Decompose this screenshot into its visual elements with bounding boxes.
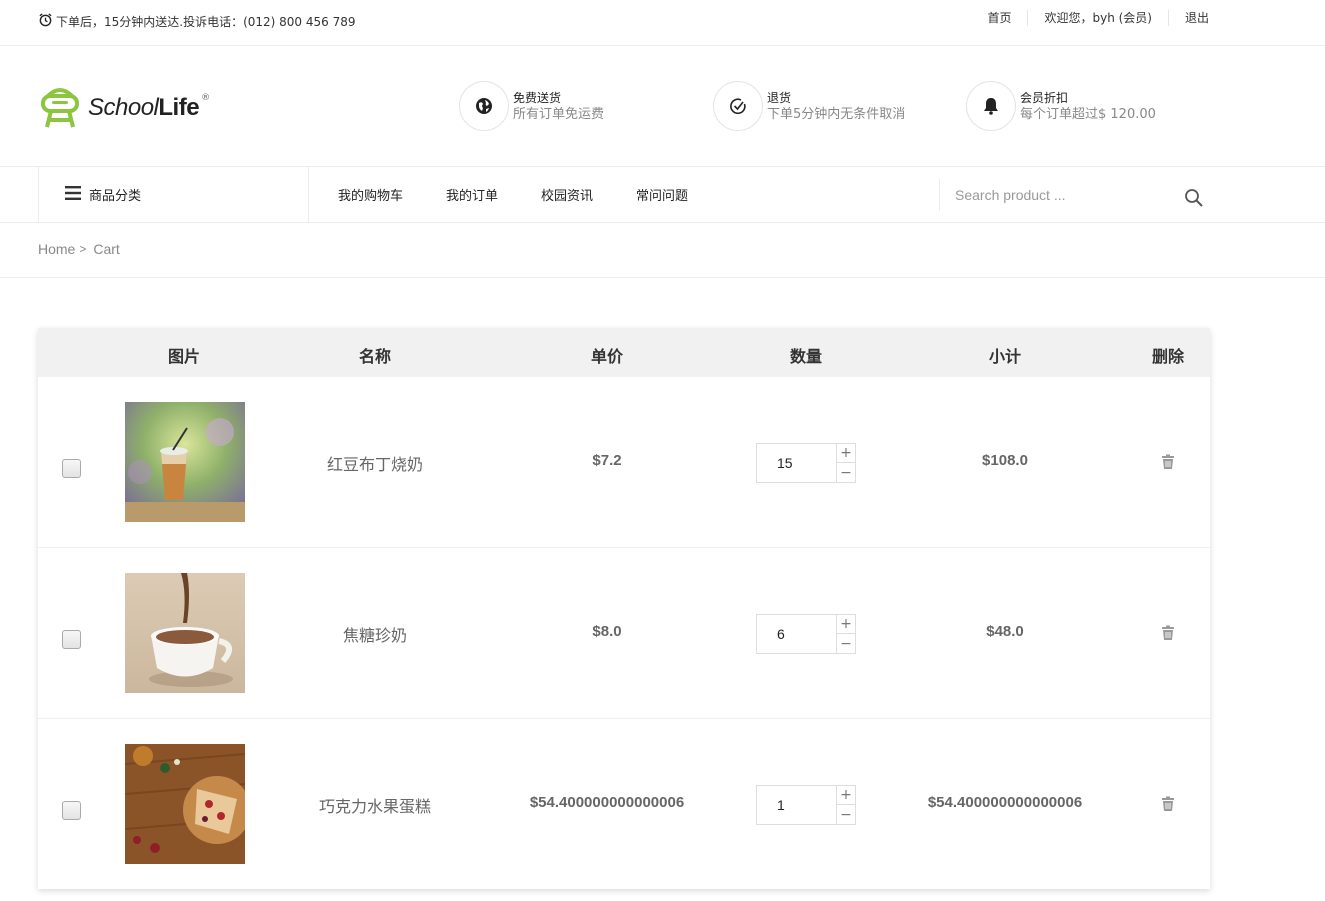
alarm-clock-icon bbox=[38, 12, 56, 30]
nav-menu: 我的购物车 我的订单 校园资讯 常问问题 bbox=[338, 167, 731, 222]
quantity-decrease-button[interactable]: − bbox=[837, 463, 855, 482]
product-name[interactable]: 红豆布丁烧奶 bbox=[327, 451, 423, 475]
feature-title: 退货 bbox=[767, 90, 792, 105]
globe-icon bbox=[459, 81, 509, 131]
site-logo[interactable]: SchoolLife ® bbox=[38, 81, 210, 134]
trash-icon[interactable] bbox=[1161, 796, 1175, 812]
trash-icon[interactable] bbox=[1161, 454, 1175, 470]
main-nav: 商品分类 我的购物车 我的订单 校园资讯 常问问题 bbox=[0, 167, 1325, 223]
category-label: 商品分类 bbox=[89, 189, 142, 204]
feature-desc: 所有订单免运费 bbox=[513, 106, 605, 122]
column-header-subtotal: 小计 bbox=[988, 347, 1022, 366]
quantity-input[interactable] bbox=[757, 786, 836, 824]
search-box bbox=[939, 179, 1209, 211]
search-icon[interactable] bbox=[1183, 187, 1205, 209]
top-links: 首页 欢迎您，byh (会员) 退出 bbox=[971, 10, 1209, 26]
quantity-increase-button[interactable]: + bbox=[837, 615, 855, 634]
delivery-notice: 下单后，15分钟内送达.投诉电话：(012) 800 456 789 bbox=[38, 12, 356, 30]
feature-free-shipping: 免费送货 所有订单免运费 bbox=[459, 81, 604, 131]
cart-row: 红豆布丁烧奶 $7.2 + − $108.0 bbox=[38, 377, 1210, 548]
feature-title: 会员折扣 bbox=[1020, 90, 1069, 105]
cart-row: 焦糖珍奶 $8.0 + − $48.0 bbox=[38, 548, 1210, 719]
feature-member-discount: 会员折扣 每个订单超过$ 120.00 bbox=[966, 81, 1156, 131]
nav-item-faq[interactable]: 常问问题 bbox=[636, 185, 688, 204]
row-subtotal: $54.400000000000006 bbox=[927, 794, 1083, 811]
logout-link[interactable]: 退出 bbox=[1167, 10, 1209, 26]
row-subtotal: $48.0 bbox=[986, 623, 1024, 640]
product-image[interactable] bbox=[125, 573, 245, 693]
breadcrumb-separator: > bbox=[79, 242, 87, 256]
check-circle-icon bbox=[713, 81, 763, 131]
unit-price: $8.0 bbox=[592, 623, 622, 640]
product-image[interactable] bbox=[125, 744, 245, 864]
row-subtotal: $108.0 bbox=[982, 452, 1028, 469]
select-item-checkbox[interactable] bbox=[62, 630, 81, 649]
select-item-checkbox[interactable] bbox=[62, 459, 81, 478]
feature-title: 免费送货 bbox=[513, 90, 562, 105]
column-header-image: 图片 bbox=[167, 347, 201, 366]
cart-table: 图片 名称 单价 数量 小计 删除 红豆布丁烧奶 $7.2 15 + − $10… bbox=[38, 328, 1210, 889]
cart-row: 巧克力水果蛋糕 $54.400000000000006 + − $54.4000… bbox=[38, 719, 1210, 890]
top-bar: 下单后，15分钟内送达.投诉电话：(012) 800 456 789 首页 欢迎… bbox=[0, 0, 1325, 46]
breadcrumb: Home > Cart bbox=[0, 223, 1325, 278]
nav-item-cart[interactable]: 我的购物车 bbox=[338, 185, 403, 204]
quantity-decrease-button[interactable]: − bbox=[837, 634, 855, 653]
product-image[interactable] bbox=[125, 402, 245, 522]
quantity-decrease-button[interactable]: − bbox=[837, 805, 855, 824]
product-name[interactable]: 巧克力水果蛋糕 bbox=[319, 793, 431, 817]
feature-desc: 下单5分钟内无条件取消 bbox=[767, 106, 906, 122]
nav-item-news[interactable]: 校园资讯 bbox=[541, 185, 593, 204]
robot-mascot-icon bbox=[38, 81, 82, 134]
product-name[interactable]: 焦糖珍奶 bbox=[343, 622, 407, 646]
registered-mark: ® bbox=[201, 92, 211, 103]
search-input[interactable] bbox=[955, 184, 1165, 206]
home-link[interactable]: 首页 bbox=[971, 10, 1027, 26]
column-header-delete: 删除 bbox=[1151, 347, 1185, 366]
cart-table-header: 图片 名称 单价 数量 小计 删除 bbox=[38, 328, 1210, 377]
quantity-stepper: + − bbox=[756, 785, 856, 825]
quantity-increase-button[interactable]: + bbox=[837, 786, 855, 805]
site-header: SchoolLife ® 免费送货 所有订单免运费 退货 下单5分钟内无条件取消… bbox=[0, 46, 1325, 167]
column-header-price: 单价 bbox=[590, 347, 624, 366]
trash-icon[interactable] bbox=[1161, 625, 1175, 641]
quantity-stepper: + − bbox=[756, 614, 856, 654]
category-menu-button[interactable]: 商品分类 bbox=[38, 167, 309, 222]
unit-price: $7.2 bbox=[592, 452, 622, 469]
column-header-quantity: 数量 bbox=[789, 347, 823, 366]
user-welcome-link[interactable]: 欢迎您，byh (会员) bbox=[1027, 10, 1168, 26]
quantity-input[interactable] bbox=[757, 615, 836, 653]
column-header-name: 名称 bbox=[358, 347, 392, 366]
hamburger-icon bbox=[65, 185, 89, 204]
unit-price: $54.400000000000006 bbox=[529, 794, 685, 811]
bell-icon bbox=[966, 81, 1016, 131]
delivery-notice-text: 下单后，15分钟内送达.投诉电话：(012) 800 456 789 bbox=[56, 14, 356, 29]
quantity-increase-button[interactable]: + bbox=[837, 444, 855, 463]
breadcrumb-home[interactable]: Home bbox=[38, 241, 75, 257]
quantity-input[interactable] bbox=[757, 444, 836, 482]
logo-wordmark: SchoolLife bbox=[88, 93, 200, 121]
feature-returns: 退货 下单5分钟内无条件取消 bbox=[713, 81, 905, 131]
breadcrumb-current: Cart bbox=[93, 241, 120, 257]
quantity-stepper: + − bbox=[756, 443, 856, 483]
select-item-checkbox[interactable] bbox=[62, 801, 81, 820]
nav-item-orders[interactable]: 我的订单 bbox=[446, 185, 498, 204]
feature-desc: 每个订单超过$ 120.00 bbox=[1020, 106, 1156, 122]
